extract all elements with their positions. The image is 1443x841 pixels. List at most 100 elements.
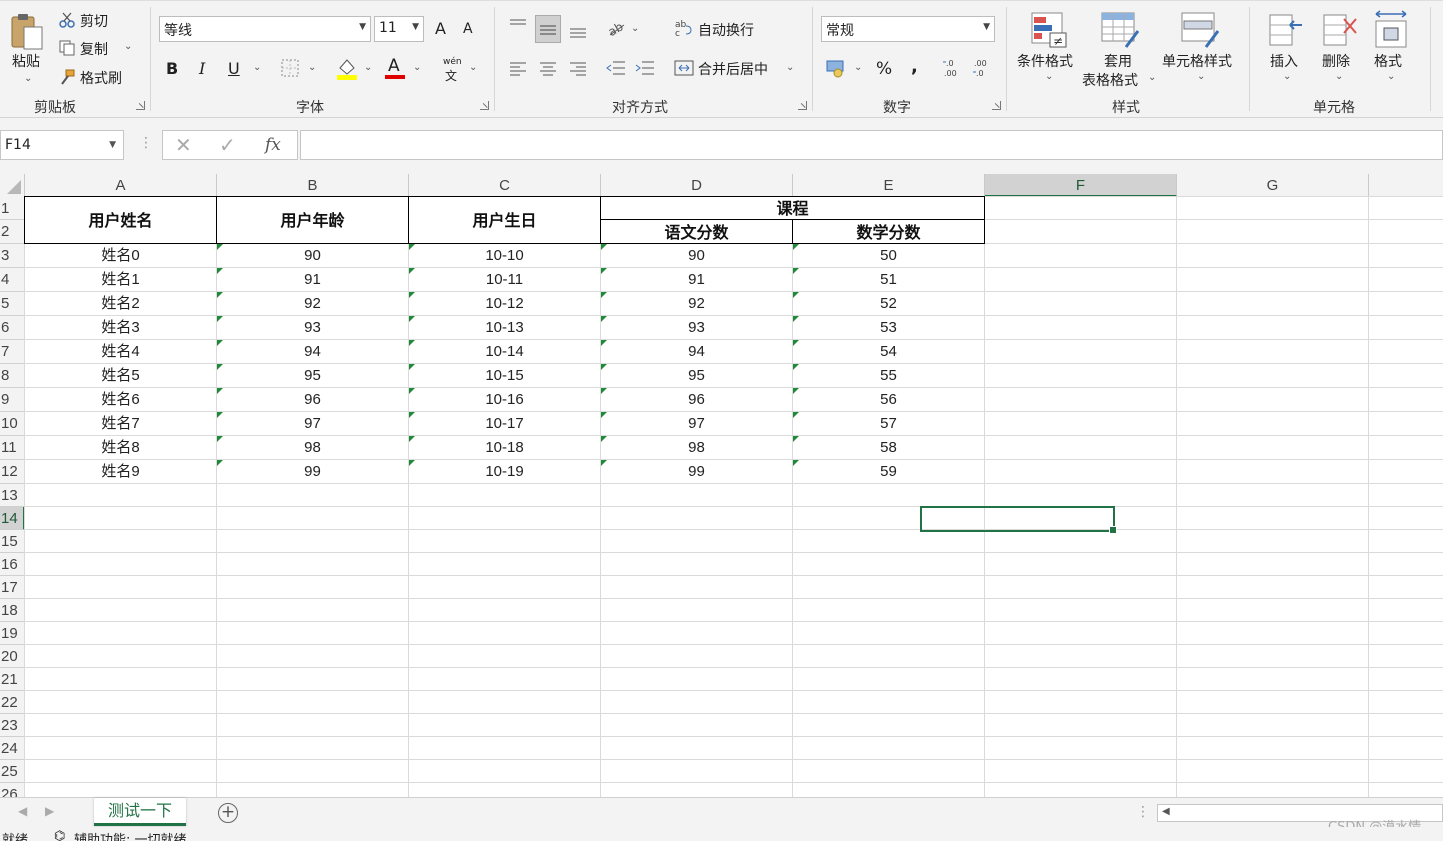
scroll-tab-right-icon[interactable]: ▶	[45, 804, 54, 818]
row-header-6[interactable]: 6	[0, 316, 25, 340]
align-left-icon[interactable]	[508, 59, 528, 77]
cell-styles-icon[interactable]	[1180, 11, 1220, 49]
table-format-dropdown-icon[interactable]: ⌄	[1148, 72, 1156, 83]
cell-age[interactable]: 91	[217, 268, 408, 291]
phonetic-icon-top[interactable]: wén	[443, 57, 462, 67]
cell-styles-dropdown-icon[interactable]: ⌄	[1197, 71, 1205, 82]
row-header-9[interactable]: 9	[0, 388, 25, 412]
column-header-b[interactable]: B	[217, 174, 409, 197]
cell-name[interactable]: 姓名1	[25, 268, 216, 291]
format-painter-icon[interactable]	[58, 68, 76, 86]
row-header-25[interactable]: 25	[0, 760, 25, 783]
row-header-18[interactable]: 18	[0, 599, 25, 622]
row-header-20[interactable]: 20	[0, 645, 25, 668]
cell-chinese[interactable]: 98	[601, 436, 792, 459]
row-header-17[interactable]: 17	[0, 576, 25, 599]
cell-name[interactable]: 姓名5	[25, 364, 216, 387]
paste-icon[interactable]	[8, 11, 48, 51]
cell-birthday[interactable]: 10-17	[409, 412, 600, 435]
cell-math[interactable]: 59	[793, 460, 984, 483]
cell-chinese[interactable]: 94	[601, 340, 792, 363]
cell-birthday[interactable]: 10-18	[409, 436, 600, 459]
insert-dropdown-icon[interactable]: ⌄	[1283, 71, 1291, 82]
cell-math[interactable]: 51	[793, 268, 984, 291]
border-dropdown-icon[interactable]: ⌄	[308, 62, 316, 73]
cancel-icon[interactable]: ✕	[175, 133, 192, 157]
column-header-d[interactable]: D	[601, 174, 793, 197]
copy-button[interactable]: 复制	[80, 39, 108, 59]
cell-age[interactable]: 98	[217, 436, 408, 459]
fill-color-icon[interactable]	[336, 56, 358, 80]
copy-icon[interactable]	[58, 39, 76, 57]
cell-chinese[interactable]: 93	[601, 316, 792, 339]
number-format-combo[interactable]: 常规 ▼	[821, 16, 995, 42]
header-cell-course[interactable]: 课程	[600, 196, 985, 220]
font-launcher-icon[interactable]	[480, 101, 489, 110]
row-header-3[interactable]: 3	[0, 244, 25, 268]
border-icon[interactable]	[281, 59, 299, 77]
table-format-button-line1[interactable]: 套用	[1104, 51, 1132, 71]
conditional-format-dropdown-icon[interactable]: ⌄	[1045, 71, 1053, 82]
cell-math[interactable]: 57	[793, 412, 984, 435]
sheet-tab[interactable]: 测试一下	[94, 798, 186, 826]
cell-name[interactable]: 姓名9	[25, 460, 216, 483]
row-header-23[interactable]: 23	[0, 714, 25, 737]
font-size-combo[interactable]: 11 ▼	[374, 16, 424, 42]
font-color-icon[interactable]: A	[388, 56, 400, 76]
fill-color-dropdown-icon[interactable]: ⌄	[364, 62, 372, 73]
active-cell-selection[interactable]	[920, 506, 1117, 534]
format-dropdown-icon[interactable]: ⌄	[1387, 71, 1395, 82]
insert-button[interactable]: 插入	[1270, 51, 1298, 71]
cell-math[interactable]: 53	[793, 316, 984, 339]
wrap-text-button[interactable]: 自动换行	[698, 20, 754, 40]
scroll-left-icon[interactable]: ◀	[1162, 806, 1170, 817]
column-header-f[interactable]: F	[985, 174, 1177, 197]
worksheet-grid[interactable]: ABCDEFG 1 2 3 4 5 6 7 8 9 10 11 12 13 14 15 16 17 18 19 20 2…	[0, 174, 1443, 797]
header-cell-math[interactable]: 数学分数	[792, 219, 985, 244]
cell-chinese[interactable]: 96	[601, 388, 792, 411]
row-header-12[interactable]: 12	[0, 460, 25, 484]
delete-button[interactable]: 删除	[1322, 51, 1350, 71]
cell-age[interactable]: 95	[217, 364, 408, 387]
column-header-e[interactable]: E	[793, 174, 985, 197]
insert-icon[interactable]	[1266, 11, 1304, 49]
increase-indent-icon[interactable]	[634, 58, 656, 78]
scroll-tab-left-icon[interactable]: ◀	[18, 804, 27, 818]
scissors-icon[interactable]	[58, 11, 76, 29]
cell-math[interactable]: 56	[793, 388, 984, 411]
row-header-4[interactable]: 4	[0, 268, 25, 292]
row-header-21[interactable]: 21	[0, 668, 25, 691]
accounting-format-icon[interactable]	[825, 58, 847, 78]
row-header-15[interactable]: 15	[0, 530, 25, 553]
cell-name[interactable]: 姓名0	[25, 244, 216, 267]
underline-dropdown-icon[interactable]: ⌄	[253, 62, 261, 73]
header-cell-chinese[interactable]: 语文分数	[600, 219, 793, 244]
number-launcher-icon[interactable]	[992, 101, 1001, 110]
cell-math[interactable]: 55	[793, 364, 984, 387]
header-cell-birthday[interactable]: 用户生日	[408, 196, 601, 244]
decrease-decimal-icon[interactable]: .00.0	[972, 57, 994, 79]
conditional-format-icon[interactable]: ≠	[1030, 11, 1068, 49]
bold-button[interactable]: B	[166, 59, 178, 78]
row-header-1[interactable]: 1	[0, 197, 25, 220]
row-header-24[interactable]: 24	[0, 737, 25, 760]
wrap-text-icon[interactable]: ab c	[674, 18, 694, 39]
font-name-combo[interactable]: 等线 ▼	[159, 16, 371, 42]
cell-age[interactable]: 90	[217, 244, 408, 267]
cell-math[interactable]: 54	[793, 340, 984, 363]
cell-chinese[interactable]: 90	[601, 244, 792, 267]
comma-button[interactable]: ,	[911, 56, 918, 77]
cell-name[interactable]: 姓名4	[25, 340, 216, 363]
delete-icon[interactable]	[1320, 11, 1358, 49]
align-top-icon[interactable]	[508, 16, 528, 36]
cell-birthday[interactable]: 10-14	[409, 340, 600, 363]
row-header-19[interactable]: 19	[0, 622, 25, 645]
percent-button[interactable]: %	[876, 59, 892, 79]
cell-chinese[interactable]: 95	[601, 364, 792, 387]
paste-button[interactable]: 粘贴	[12, 51, 40, 71]
merge-center-icon[interactable]	[674, 59, 694, 77]
cell-birthday[interactable]: 10-15	[409, 364, 600, 387]
cell-birthday[interactable]: 10-12	[409, 292, 600, 315]
increase-decimal-icon[interactable]: .0.00	[942, 57, 964, 79]
orientation-dropdown-icon[interactable]: ⌄	[631, 23, 639, 34]
